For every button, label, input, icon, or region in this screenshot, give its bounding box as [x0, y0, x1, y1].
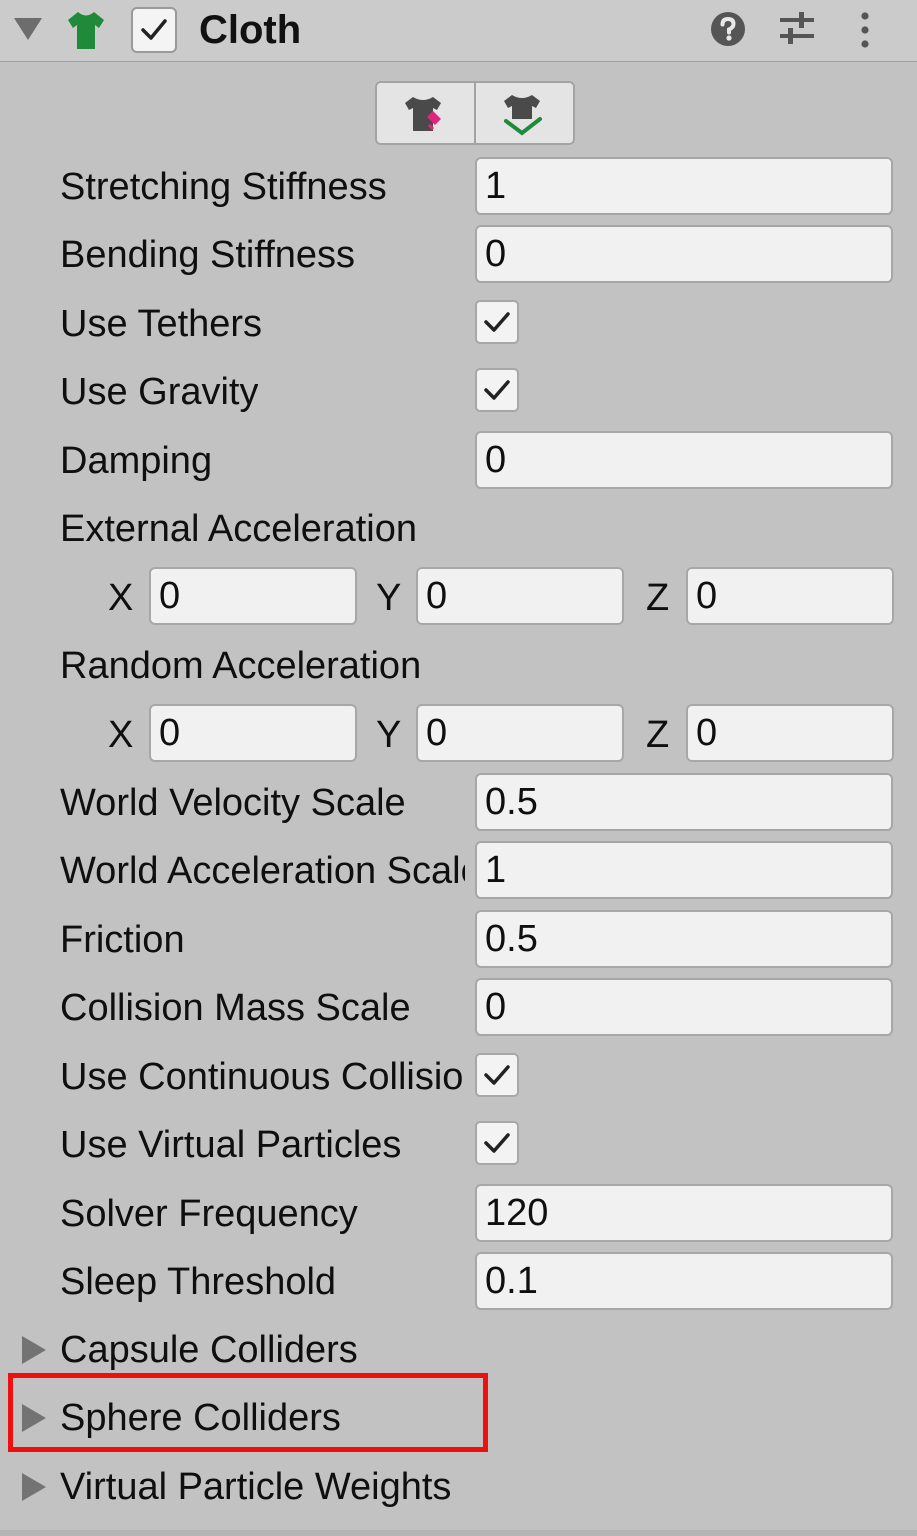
sleep-threshold-field[interactable]: 0.1	[475, 1252, 893, 1310]
external-acceleration-x-field[interactable]: 0	[149, 567, 357, 625]
checkmark-icon	[484, 1133, 510, 1153]
component-header[interactable]: Cloth	[0, 0, 917, 62]
panel-bottom-edge	[0, 1530, 917, 1536]
random-acceleration-y-field[interactable]: 0	[416, 704, 624, 762]
sleep-threshold-label: Sleep Threshold	[60, 1261, 337, 1303]
use-continuous-collision-label: Use Continuous Collision	[60, 1056, 465, 1098]
random-acceleration-label: Random Acceleration	[60, 645, 422, 687]
random-acceleration-z-field[interactable]: 0	[686, 704, 894, 762]
use-tethers-checkbox[interactable]	[475, 300, 519, 344]
friction-label: Friction	[60, 919, 185, 961]
use-gravity-label: Use Gravity	[60, 371, 259, 413]
use-virtual-particles-label: Use Virtual Particles	[60, 1124, 402, 1166]
use-continuous-collision-checkbox[interactable]	[475, 1053, 519, 1097]
component-title: Cloth	[199, 8, 302, 52]
checkmark-icon	[484, 380, 510, 400]
capsule-colliders-label: Capsule Colliders	[60, 1329, 358, 1371]
use-gravity-checkbox[interactable]	[475, 368, 519, 412]
cloth-paint-icon	[405, 97, 441, 131]
random-acceleration-x-label: X	[108, 714, 134, 756]
checkmark-icon	[484, 1065, 510, 1085]
shirt-icon	[68, 12, 104, 49]
fold-right-arrow-icon[interactable]	[22, 1404, 46, 1432]
sphere-colliders-label: Sphere Colliders	[60, 1397, 341, 1439]
collision-mass-scale-field[interactable]: 0	[475, 978, 893, 1036]
bending-stiffness-label: Bending Stiffness	[60, 234, 356, 276]
edit-constraints-button[interactable]	[377, 83, 474, 143]
use-tethers-label: Use Tethers	[60, 303, 263, 345]
world-velocity-scale-field[interactable]: 0.5	[475, 773, 893, 831]
random-acceleration-y-label: Y	[376, 714, 402, 756]
stretching-stiffness-label: Stretching Stiffness	[60, 166, 387, 208]
self-collision-button[interactable]	[474, 83, 573, 143]
world-acceleration-scale-label: World Acceleration Scale	[60, 850, 465, 892]
solver-frequency-field[interactable]: 120	[475, 1184, 893, 1242]
friction-field[interactable]: 0.5	[475, 910, 893, 968]
damping-label: Damping	[60, 440, 213, 482]
damping-field[interactable]: 0	[475, 431, 893, 489]
bending-stiffness-field[interactable]: 0	[475, 225, 893, 283]
vertical-dots-icon[interactable]	[848, 8, 882, 52]
cloth-tool-buttons	[375, 81, 575, 145]
sphere-colliders-foldout[interactable]: Sphere Colliders	[0, 1388, 917, 1448]
fold-right-arrow-icon[interactable]	[22, 1473, 46, 1501]
random-acceleration-z-label: Z	[646, 714, 670, 756]
collision-mass-scale-label: Collision Mass Scale	[60, 987, 411, 1029]
virtual-particle-weights-label: Virtual Particle Weights	[60, 1466, 452, 1508]
external-acceleration-z-field[interactable]: 0	[686, 567, 894, 625]
solver-frequency-label: Solver Frequency	[60, 1193, 358, 1235]
world-acceleration-scale-field[interactable]: 1	[475, 841, 893, 899]
random-acceleration-x-field[interactable]: 0	[149, 704, 357, 762]
cloth-collision-icon	[504, 95, 542, 136]
external-acceleration-y-field[interactable]: 0	[416, 567, 624, 625]
fold-right-arrow-icon[interactable]	[22, 1336, 46, 1364]
external-acceleration-z-label: Z	[646, 577, 670, 619]
checkmark-icon	[484, 312, 510, 332]
fold-down-arrow-icon[interactable]	[14, 18, 42, 40]
use-virtual-particles-checkbox[interactable]	[475, 1121, 519, 1165]
virtual-particle-weights-foldout[interactable]: Virtual Particle Weights	[0, 1457, 917, 1517]
sliders-icon[interactable]	[776, 8, 818, 50]
capsule-colliders-foldout[interactable]: Capsule Colliders	[0, 1320, 917, 1380]
world-velocity-scale-label: World Velocity Scale	[60, 782, 406, 824]
external-acceleration-label: External Acceleration	[60, 508, 417, 550]
external-acceleration-y-label: Y	[376, 577, 402, 619]
component-enabled-checkbox[interactable]	[131, 7, 177, 53]
question-icon[interactable]	[708, 9, 748, 49]
stretching-stiffness-field[interactable]: 1	[475, 157, 893, 215]
external-acceleration-x-label: X	[108, 577, 134, 619]
